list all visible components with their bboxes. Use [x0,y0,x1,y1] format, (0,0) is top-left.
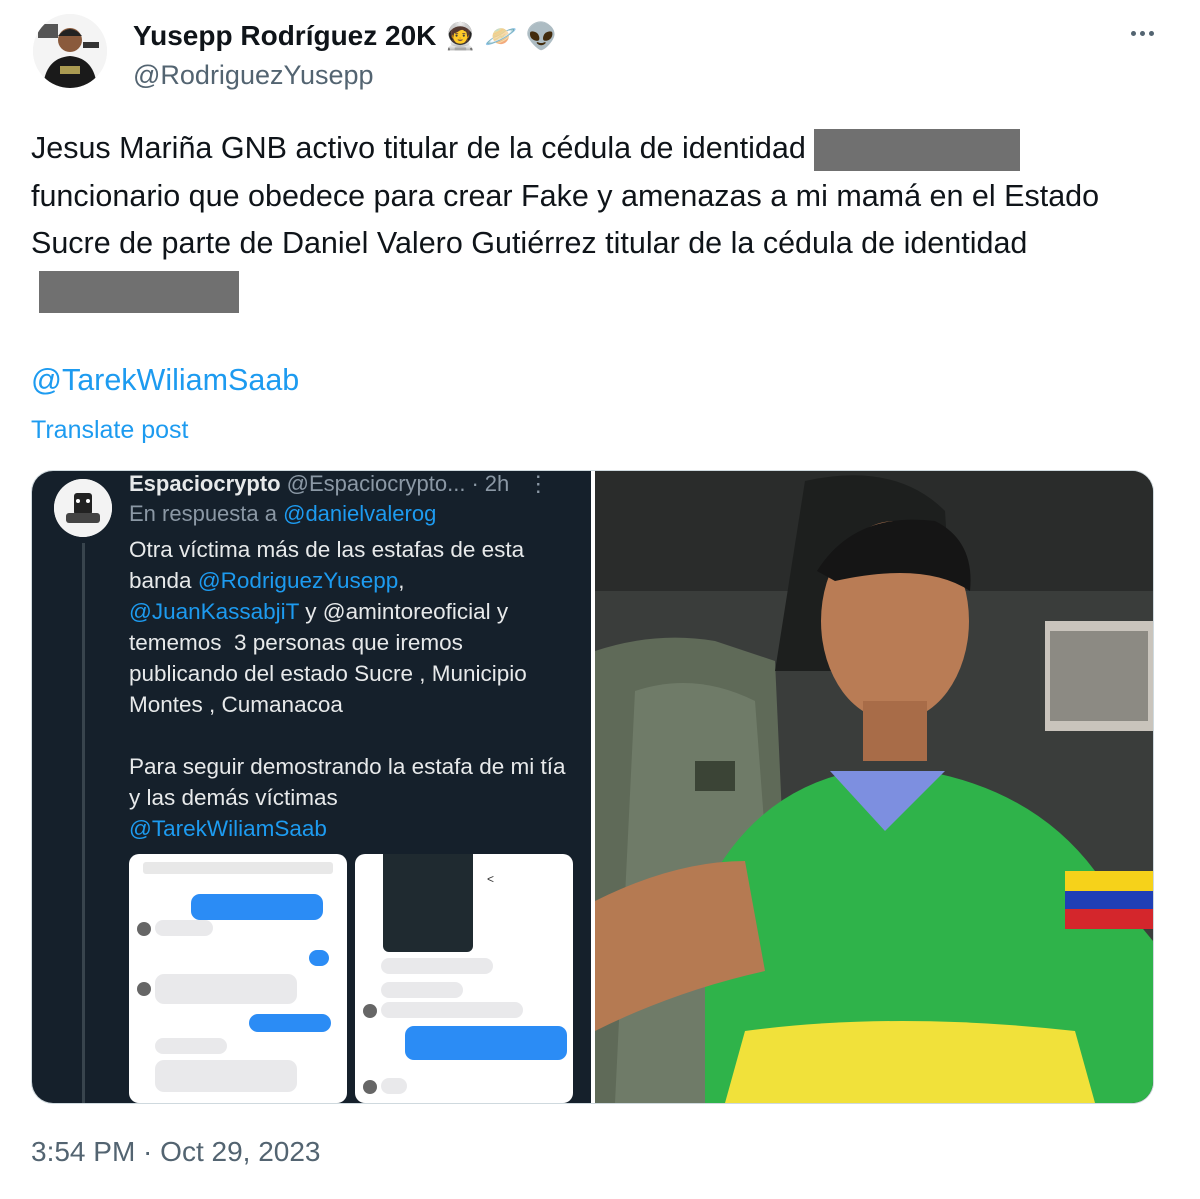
planet-emoji: 🪐 [484,21,518,51]
embedded-mention3: @TarekWiliamSaab [129,816,327,841]
author-name-row[interactable]: Yusepp Rodríguez 20K 🧑‍🚀 🪐 👽 [133,16,558,56]
mention-link[interactable]: @TarekWiliamSaab [31,363,299,398]
embedded-header: Espaciocrypto @Espaciocrypto... · 2h ⋮ [129,471,579,499]
author-handle[interactable]: @RodriguezYusepp [133,60,374,91]
author-avatar[interactable] [33,14,107,88]
embedded-name: Espaciocrypto [129,471,281,496]
chat-screenshot-2: < [355,854,573,1103]
alien-emoji: 👽 [525,21,558,51]
more-options-icon[interactable] [1122,18,1162,48]
embedded-post-screenshot[interactable]: Espaciocrypto @Espaciocrypto... · 2h ⋮ E… [32,471,591,1103]
tweet-text-part2: funcionario que obedece para crear Fake … [31,178,1100,261]
embedded-sep: · [471,471,479,496]
chat-screenshot-1 [129,854,347,1103]
embedded-line2: y @amintoreoficial y tememos 3 personas … [129,599,566,810]
thread-line [82,543,85,1103]
redacted-id-box [813,128,1020,171]
embedded-reply-line: En respuesta a @danielvalerog [129,501,436,527]
embedded-avatar [54,479,112,537]
embedded-handle: @Espaciocrypto... [286,471,466,496]
embedded-more-icon: ⋮ [527,471,550,496]
embedded-comma: , [398,568,405,593]
redacted-id-box [39,271,239,314]
author-display-name[interactable]: Yusepp Rodríguez 20K [133,20,436,52]
reply-prefix: En respuesta a [129,501,277,526]
tweet-text-part1: Jesus Mariña GNB activo titular de la cé… [31,131,806,165]
astronaut-emoji: 🧑‍🚀 [444,21,477,51]
translate-post-link[interactable]: Translate post [31,416,188,445]
embedded-text: Otra víctima más de las estafas de esta … [129,534,569,844]
person-photo[interactable] [595,471,1153,1103]
embedded-mention1: @RodriguezYusepp [197,568,399,593]
tweet-text: Jesus Mariña GNB activo titular de la cé… [31,125,1171,315]
reply-to-handle: @danielvalerog [283,501,437,526]
media-grid[interactable]: Espaciocrypto @Espaciocrypto... · 2h ⋮ E… [31,470,1154,1104]
post-timestamp[interactable]: 3:54 PM · Oct 29, 2023 [31,1136,321,1168]
embedded-time: 2h [484,471,510,496]
embedded-mention2: @JuanKassabjiT [129,599,300,624]
